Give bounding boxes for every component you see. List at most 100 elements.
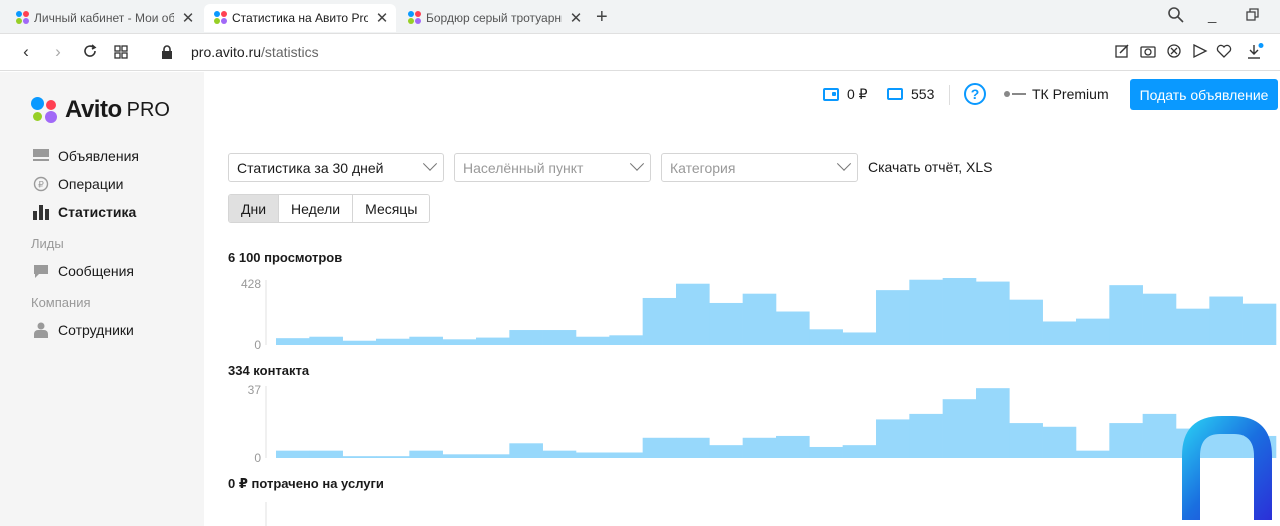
tariff-label[interactable]: ТК Premium — [1004, 86, 1109, 102]
lock-icon[interactable] — [157, 44, 177, 64]
minimize-icon[interactable]: _ — [1208, 7, 1216, 24]
period-select[interactable]: Статистика за 30 дней — [228, 153, 444, 182]
chart-bar[interactable] — [509, 330, 543, 345]
chart-bar[interactable] — [376, 456, 410, 458]
sidebar-item-operations[interactable]: ₽ Операции — [32, 176, 124, 192]
tab-close-icon[interactable]: ✕ — [568, 9, 584, 27]
chart-bar[interactable] — [742, 437, 777, 458]
chart-bar[interactable] — [609, 452, 643, 458]
heart-icon[interactable] — [1216, 43, 1232, 63]
tab-close-icon[interactable]: ✕ — [180, 9, 196, 27]
edit-icon[interactable] — [1114, 43, 1130, 63]
period-days[interactable]: Дни — [229, 195, 280, 222]
browser-tab[interactable]: Личный кабинет - Мои объявления ✕ — [6, 4, 202, 32]
chart-bar[interactable] — [309, 336, 343, 345]
ticket-icon — [887, 88, 903, 100]
chart-bar[interactable] — [876, 419, 910, 458]
browser-tab[interactable]: Бордюр серый тротуарный ✕ — [398, 4, 590, 32]
sidebar-item-messages[interactable]: Сообщения — [32, 263, 134, 279]
chart-bar[interactable] — [1042, 321, 1077, 345]
period-weeks[interactable]: Недели — [279, 195, 354, 222]
sidebar-item-statistics[interactable]: Статистика — [32, 204, 136, 220]
download-icon[interactable] — [1246, 43, 1264, 65]
chart-bar[interactable] — [342, 340, 377, 345]
chart-bar[interactable] — [676, 437, 710, 458]
chart-bar[interactable] — [809, 446, 843, 458]
chart-bar[interactable] — [1109, 285, 1143, 345]
avito-pro-logo[interactable]: Avito PRO — [31, 96, 170, 124]
chart-bar[interactable] — [1009, 299, 1043, 345]
chart-bar[interactable] — [1142, 413, 1177, 458]
chart-bar[interactable] — [776, 435, 810, 458]
chart-bar[interactable] — [542, 330, 577, 345]
chart-bar[interactable] — [742, 293, 777, 345]
chart-bar[interactable] — [642, 297, 677, 345]
chart-bar[interactable] — [776, 311, 810, 345]
block-icon[interactable] — [1166, 43, 1182, 63]
period-select-value: Статистика за 30 дней — [237, 159, 384, 176]
chart-bar[interactable] — [709, 302, 743, 345]
chart-bar[interactable] — [1142, 293, 1177, 345]
chart-bar[interactable] — [442, 454, 477, 458]
sidebar-item-employees[interactable]: Сотрудники — [32, 322, 134, 338]
chart-bar[interactable] — [642, 437, 677, 458]
chart-bar[interactable] — [1076, 318, 1110, 345]
chart-bar[interactable] — [909, 279, 943, 345]
tab-close-icon[interactable]: ✕ — [374, 9, 390, 27]
chart-bar[interactable] — [1076, 450, 1110, 458]
chart-bar[interactable] — [942, 278, 977, 345]
send-icon[interactable] — [1192, 43, 1208, 63]
chart-bar[interactable] — [376, 338, 410, 345]
chart-bar[interactable] — [1242, 303, 1277, 345]
new-tab-icon[interactable]: + — [596, 6, 608, 29]
chart-bar[interactable] — [709, 445, 743, 458]
ticket-value: 553 — [911, 86, 935, 102]
wallet-balance[interactable]: 0 ₽ — [823, 86, 868, 103]
chart-bar[interactable] — [1042, 426, 1077, 458]
url-field[interactable]: pro.avito.ru/statistics — [191, 44, 319, 60]
chart-bar[interactable] — [676, 283, 710, 345]
back-icon[interactable]: ‹ — [16, 42, 36, 62]
chart-bar[interactable] — [509, 443, 543, 458]
chart-bar[interactable] — [476, 454, 510, 458]
chart-bar[interactable] — [576, 452, 610, 458]
chart-bar[interactable] — [976, 281, 1010, 345]
browser-tab-active[interactable]: Статистика на Авито Pro ✕ — [204, 4, 396, 32]
camera-icon[interactable] — [1140, 43, 1156, 63]
search-icon[interactable] — [1167, 6, 1185, 28]
download-report-link[interactable]: Скачать отчёт, XLS — [868, 159, 992, 175]
chart-bar[interactable] — [609, 335, 643, 345]
reload-icon[interactable] — [80, 43, 100, 64]
chart-bar[interactable] — [876, 290, 910, 345]
chart-bar[interactable] — [1109, 423, 1143, 458]
chart-bar[interactable] — [476, 337, 510, 345]
chart-bar[interactable] — [1209, 296, 1243, 345]
restore-icon[interactable] — [1246, 8, 1260, 26]
chart-bar[interactable] — [409, 336, 443, 345]
forward-icon[interactable]: › — [48, 42, 68, 62]
chart-bar[interactable] — [842, 332, 877, 345]
chart-bar[interactable] — [576, 336, 610, 345]
chart-bar[interactable] — [409, 450, 443, 458]
chart-bar[interactable] — [276, 450, 310, 458]
location-select[interactable]: Населённый пункт — [454, 153, 651, 182]
help-icon[interactable]: ? — [964, 83, 986, 105]
ticket-balance[interactable]: 553 — [887, 86, 934, 102]
chart-bar[interactable] — [976, 388, 1010, 458]
chart-bar[interactable] — [909, 413, 943, 458]
sidebar-item-listings[interactable]: Объявления — [32, 148, 139, 164]
chart-bar[interactable] — [309, 450, 343, 458]
period-months[interactable]: Месяцы — [353, 195, 430, 222]
chart-bar[interactable] — [542, 450, 577, 458]
chart-bar[interactable] — [276, 338, 310, 345]
chart-bar[interactable] — [342, 456, 377, 458]
post-ad-button[interactable]: Подать объявление — [1130, 79, 1278, 110]
chart-bar[interactable] — [1009, 423, 1043, 458]
chart-bar[interactable] — [809, 329, 843, 345]
chart-bar[interactable] — [1176, 308, 1210, 345]
category-select[interactable]: Категория — [661, 153, 858, 182]
chart-bar[interactable] — [442, 339, 477, 345]
chart-bar[interactable] — [942, 399, 977, 458]
chart-bar[interactable] — [842, 445, 877, 458]
tabs-grid-icon[interactable] — [111, 44, 131, 64]
